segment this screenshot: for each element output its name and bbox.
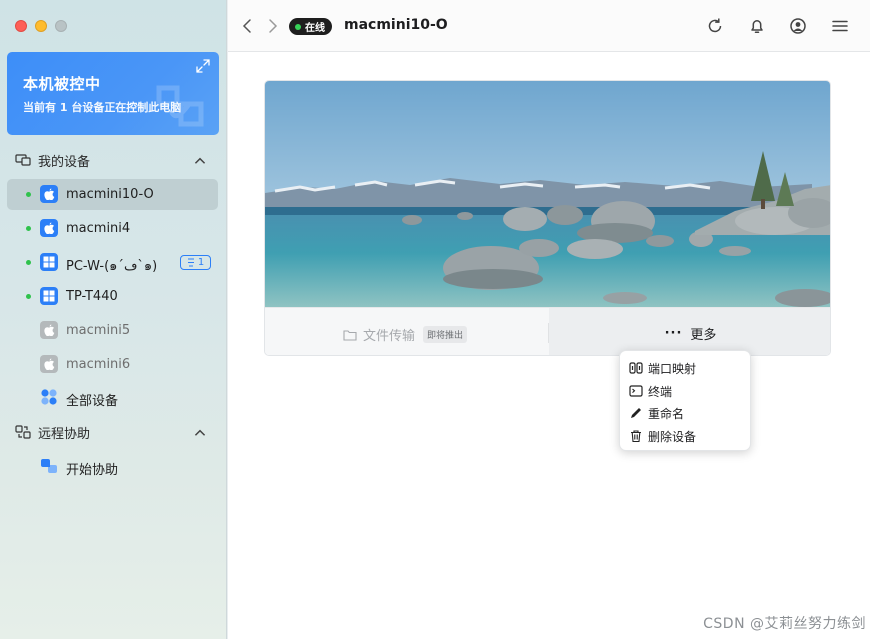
menu-item-rename[interactable]: 重命名 (629, 404, 684, 422)
file-transfer-button: 文件传输 即将推出 (343, 325, 468, 344)
menu-item-label: 端口映射 (648, 361, 697, 376)
device-name: 全部设备 (66, 394, 119, 409)
menu-item-port-mapping[interactable]: 端口映射 (629, 359, 696, 377)
toolbar: 在线 macmini10-O (228, 0, 870, 52)
device-item-pc-w[interactable]: PC-W-(๑´ڡ`๑) 1 (7, 247, 218, 278)
device-name: macmini6 (66, 357, 131, 372)
device-item-tp-t440[interactable]: TP-T440 (7, 281, 218, 312)
device-name: TP-T440 (66, 289, 118, 304)
online-status-label: 在线 (305, 23, 325, 34)
online-dot (26, 260, 31, 265)
device-name: PC-W-(๑´ڡ`๑) (66, 259, 158, 274)
apple-icon (40, 219, 58, 237)
expand-icon[interactable] (196, 59, 210, 73)
remote-session-count: 1 (197, 257, 205, 268)
device-item-macmini5[interactable]: macmini5 (7, 315, 218, 346)
pencil-icon (631, 408, 641, 418)
menu-item-label: 重命名 (648, 406, 685, 421)
my-devices-label: 我的设备 (38, 154, 91, 170)
main-panel: 在线 macmini10-O 文件传输 即将推出 ··· 更多 端口映射 终端 … (228, 0, 870, 639)
apple-icon (40, 185, 58, 203)
refresh-icon[interactable] (706, 17, 724, 35)
apple-icon (40, 355, 58, 373)
device-item-all-devices[interactable]: 全部设备 (7, 382, 218, 413)
folder-icon (343, 329, 357, 341)
remote-assist-label: 远程协助 (38, 426, 91, 442)
remote-assist-icon (15, 425, 31, 439)
online-dot (295, 23, 301, 30)
start-assist-label: 开始协助 (66, 463, 119, 478)
online-dot (26, 226, 31, 231)
device-name: macmini10-O (66, 187, 154, 202)
online-dot (26, 192, 31, 197)
controlled-banner[interactable]: 本机被控中 当前有 1 台设备正在控制此电脑 (7, 52, 219, 135)
back-arrow-icon[interactable] (241, 18, 255, 34)
windows-icon (40, 253, 58, 271)
chevron-up-icon[interactable] (192, 153, 208, 169)
online-status-badge: 在线 (289, 18, 332, 35)
windows-icon (40, 287, 58, 305)
file-transfer-label: 文件传输 (363, 329, 416, 344)
csdn-watermark: CSDN @艾莉丝努力练剑 (703, 616, 866, 632)
trash-icon (631, 430, 641, 443)
session-icon (187, 258, 194, 267)
device-title: macmini10-O (344, 17, 448, 33)
device-name: macmini5 (66, 323, 131, 338)
sidebar: 本机被控中 当前有 1 台设备正在控制此电脑 我的设备 macmini10-O (0, 0, 227, 639)
port-mapping-icon (629, 362, 643, 374)
menu-item-terminal[interactable]: 终端 (629, 382, 672, 400)
more-dropdown-menu: 端口映射 终端 重命名 删除设备 (619, 350, 751, 451)
forward-arrow-icon[interactable] (265, 18, 279, 34)
devices-icon (15, 154, 31, 166)
menu-item-label: 终端 (648, 384, 673, 399)
minimize-window-button[interactable] (35, 20, 47, 32)
device-card: 文件传输 即将推出 ··· 更多 (264, 80, 831, 356)
user-icon[interactable] (789, 17, 807, 35)
my-devices-header[interactable]: 我的设备 (15, 150, 215, 170)
device-item-macmini6[interactable]: macmini6 (7, 349, 218, 380)
menu-item-delete-device[interactable]: 删除设备 (629, 427, 696, 445)
zoom-window-button[interactable] (55, 20, 67, 32)
start-assist-item[interactable]: 开始协助 (7, 451, 218, 482)
banner-title: 本机被控中 (23, 75, 101, 93)
menu-item-label: 删除设备 (648, 429, 697, 444)
app-window: 本机被控中 当前有 1 台设备正在控制此电脑 我的设备 macmini10-O (0, 0, 870, 639)
more-dots-icon: ··· (664, 325, 683, 341)
device-name: macmini4 (66, 221, 131, 236)
all-devices-icon (40, 388, 58, 406)
terminal-icon (629, 385, 643, 397)
more-button[interactable]: ··· 更多 (549, 308, 830, 355)
remote-assist-header[interactable]: 远程协助 (15, 422, 215, 442)
menu-icon[interactable] (831, 17, 849, 35)
start-assist-icon (40, 457, 58, 475)
card-actions: 文件传输 即将推出 ··· 更多 (265, 307, 830, 355)
window-controls (15, 20, 67, 32)
device-item-macmini4[interactable]: macmini4 (7, 213, 218, 244)
device-item-macmini10-o[interactable]: macmini10-O (7, 179, 218, 210)
close-window-button[interactable] (15, 20, 27, 32)
bell-icon[interactable] (748, 17, 766, 35)
apple-icon (40, 321, 58, 339)
more-label: 更多 (690, 327, 717, 343)
banner-subtitle: 当前有 1 台设备正在控制此电脑 (23, 101, 182, 114)
coming-soon-badge: 即将推出 (423, 326, 468, 343)
online-dot (26, 294, 31, 299)
chevron-up-icon[interactable] (192, 425, 208, 441)
desktop-wallpaper-image[interactable] (265, 81, 831, 307)
remote-session-badge: 1 (180, 255, 211, 270)
